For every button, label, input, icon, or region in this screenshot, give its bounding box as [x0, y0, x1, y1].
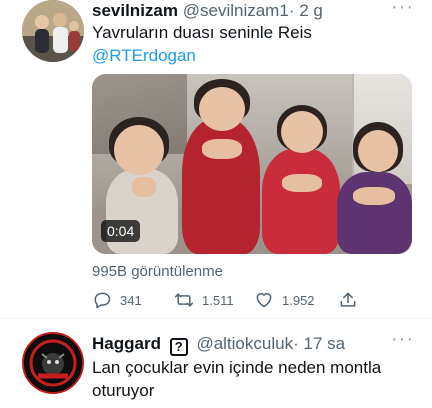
child-figure	[182, 79, 260, 254]
view-count[interactable]: 995B görüntülenme	[92, 263, 223, 280]
child-figure	[337, 122, 412, 254]
tweet-2[interactable]: Haggard ? @altiokculuk· 17 sa ··· Lan ço…	[0, 318, 432, 408]
avatar-sevilnizam[interactable]	[22, 0, 84, 62]
heart-icon	[256, 293, 272, 308]
child-figure	[262, 105, 340, 254]
reply-count: 341	[120, 292, 142, 308]
reply-button[interactable]: 341	[92, 288, 142, 312]
more-options-icon[interactable]: ···	[391, 328, 414, 351]
avatar-photo	[22, 0, 84, 62]
display-name[interactable]: Haggard	[92, 334, 161, 353]
tweet-1[interactable]: sevilnizam @sevilnizam1· 2 g ··· Yavrula…	[0, 0, 432, 318]
video-player[interactable]: 0:04	[92, 74, 412, 254]
tweet-1-header: sevilnizam @sevilnizam1· 2 g	[92, 1, 323, 21]
like-count: 1.952	[282, 292, 315, 308]
retweet-button[interactable]: 1.511	[174, 288, 234, 312]
tweet-body: Yavruların duası seninle Reis	[92, 23, 312, 42]
tweet-2-header: Haggard ? @altiokculuk· 17 sa	[92, 334, 345, 356]
share-button[interactable]	[338, 288, 358, 312]
like-button[interactable]: 1.952	[254, 288, 315, 312]
separator-dot: ·	[288, 1, 295, 20]
more-options-icon[interactable]: ···	[391, 0, 414, 19]
display-name[interactable]: sevilnizam	[92, 1, 178, 20]
unknown-badge-icon: ?	[169, 338, 188, 356]
retweet-icon	[174, 293, 194, 307]
timestamp[interactable]: 17 sa	[303, 334, 345, 353]
tweet-text: Lan çocuklar evin içinde neden montla ot…	[92, 358, 382, 400]
timestamp[interactable]: 2 g	[299, 1, 323, 20]
tweet-text: Yavruların duası seninle Reis @RTErdogan	[92, 21, 312, 67]
share-icon	[340, 292, 356, 307]
separator-dot: ·	[293, 334, 299, 353]
avatar-logo	[25, 335, 81, 391]
tweet-actions: 341 1.511 1.952	[92, 288, 412, 312]
reply-icon	[94, 292, 111, 309]
retweet-count: 1.511	[202, 292, 234, 308]
user-handle[interactable]: @sevilnizam1	[183, 1, 289, 20]
user-handle[interactable]: @altiokculuk	[196, 334, 293, 353]
video-duration-badge: 0:04	[101, 220, 141, 242]
mention-link[interactable]: @RTErdogan	[92, 44, 312, 67]
avatar-haggard[interactable]	[22, 332, 84, 394]
